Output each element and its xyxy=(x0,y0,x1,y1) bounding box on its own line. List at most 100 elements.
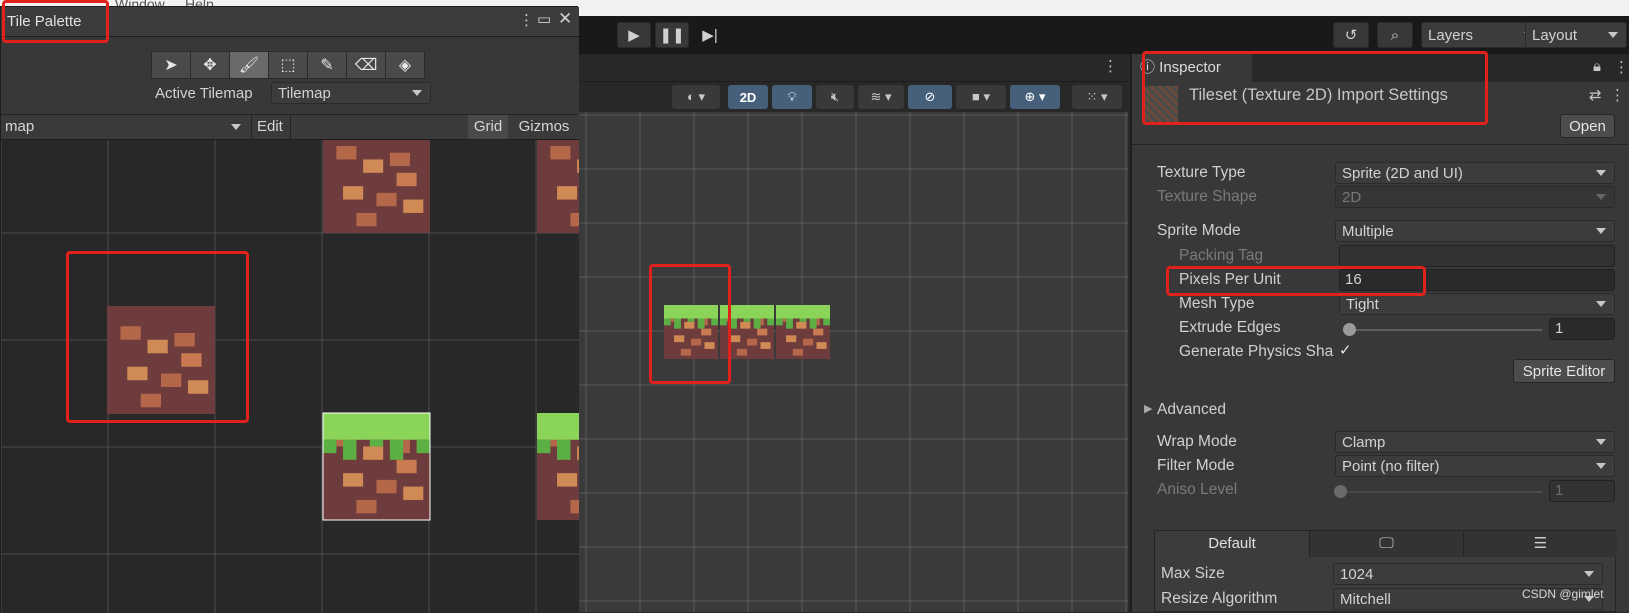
search-icon: ⌕ xyxy=(1390,26,1400,44)
grid-icon: ⁙ ▾ xyxy=(1086,89,1108,104)
tile-grass-edge xyxy=(743,318,751,322)
extrude-edges-knob[interactable] xyxy=(1343,323,1356,336)
inspector-tab[interactable]: ⓘ Inspector xyxy=(1132,54,1252,82)
edit-button[interactable]: Edit xyxy=(251,115,291,139)
triangle-right-icon[interactable]: ▶ xyxy=(1144,402,1152,415)
tab-default[interactable]: Default xyxy=(1155,531,1309,557)
scene-view[interactable] xyxy=(560,54,1128,612)
move-icon: ✥ xyxy=(203,57,217,74)
lightbulb-icon: 💡︎ xyxy=(787,89,797,104)
tile-spot xyxy=(389,152,410,167)
sprite-mode-dropdown[interactable]: Multiple xyxy=(1335,220,1615,242)
tile-grass xyxy=(776,305,830,319)
watermark: CSDN @gimlet xyxy=(1522,587,1604,601)
brush-icon: 🖌︎ xyxy=(238,57,260,74)
history-button[interactable]: ↺ xyxy=(1333,22,1369,48)
visibility-button[interactable]: ⊘ xyxy=(908,85,952,109)
tab-standalone[interactable]: 🖵︎ xyxy=(1309,531,1463,557)
select-tool-button[interactable]: ➤ xyxy=(151,51,191,79)
audio-button[interactable]: 🔇︎ xyxy=(816,85,854,109)
gizmo-tool-button[interactable]: ⊕ ▾ xyxy=(1010,85,1060,109)
scene-tile xyxy=(720,305,774,359)
filter-mode-dropdown[interactable]: Point (no filter) xyxy=(1335,455,1615,477)
generate-physics-label: Generate Physics Sha xyxy=(1179,343,1334,360)
palette-title: Tile Palette xyxy=(7,13,82,30)
palette-tiles xyxy=(1,140,579,613)
effects-button[interactable]: ≋ ▾ xyxy=(858,85,904,109)
filter-mode-label: Filter Mode xyxy=(1157,457,1235,474)
palette-grid[interactable] xyxy=(1,140,579,613)
shading-mode-button[interactable]: ◐ ▾ xyxy=(672,85,720,109)
globe-icon: ⊕ ▾ xyxy=(1024,89,1046,104)
gizmos-button[interactable]: ⁙ ▾ xyxy=(1072,85,1122,109)
tile-spot xyxy=(396,459,417,474)
eraser-tool-button[interactable]: ⌫ xyxy=(346,51,386,79)
chevron-down-icon xyxy=(1596,463,1606,469)
lock-icon[interactable]: 🔒︎ xyxy=(1593,58,1601,75)
scene-tab-bar: ⋮ xyxy=(560,54,1128,82)
max-size-label: Max Size xyxy=(1161,565,1225,582)
settings-icon[interactable]: ⇄ xyxy=(1589,86,1602,104)
tile-spot xyxy=(684,321,695,329)
tile-grass-edge xyxy=(389,439,404,460)
toggle-2d-button[interactable]: 2D xyxy=(728,85,768,109)
gizmos-toggle[interactable]: Gizmos xyxy=(510,115,578,139)
palette-tile xyxy=(323,140,430,233)
move-tool-button[interactable]: ✥ xyxy=(190,51,230,79)
wrap-mode-dropdown[interactable]: Clamp xyxy=(1335,431,1615,453)
camera-button[interactable]: ■ ▾ xyxy=(956,85,1006,109)
palette-select-dropdown[interactable]: map xyxy=(1,115,249,139)
paint-tool-button[interactable]: 🖌︎ xyxy=(229,51,269,79)
texture-shape-label: Texture Shape xyxy=(1157,188,1257,205)
tile-spot xyxy=(557,473,578,487)
layout-dropdown[interactable]: Layout xyxy=(1525,22,1627,48)
pause-button[interactable]: ❚❚ xyxy=(655,22,689,48)
chevron-down-icon xyxy=(1596,170,1606,176)
mute-icon: 🔇︎ xyxy=(830,89,840,104)
active-tilemap-dropdown[interactable]: Tilemap xyxy=(271,82,431,104)
extrude-edges-slider[interactable] xyxy=(1344,329,1542,331)
inspector-tab-label: Inspector xyxy=(1159,59,1221,76)
box-select-icon: ⬚ xyxy=(280,57,296,74)
max-size-dropdown[interactable]: 1024 xyxy=(1333,563,1603,585)
lighting-button[interactable]: 💡︎ xyxy=(772,85,812,109)
tile-spot xyxy=(701,328,712,336)
mesh-type-value: Tight xyxy=(1346,295,1379,313)
tile-grass-edge xyxy=(687,318,695,322)
server-icon: ☰ xyxy=(1533,535,1548,552)
mesh-type-dropdown[interactable]: Tight xyxy=(1339,293,1615,315)
step-button[interactable]: ▶| xyxy=(693,22,727,48)
info-icon: ⓘ xyxy=(1140,59,1160,76)
maximize-icon[interactable]: ▭ xyxy=(537,10,551,28)
tile-spot xyxy=(760,342,771,349)
box-fill-tool-button[interactable]: ⬚ xyxy=(268,51,308,79)
more-icon[interactable]: ⋮ xyxy=(1103,57,1118,75)
close-icon[interactable]: ✕ xyxy=(558,9,572,29)
palette-tile xyxy=(107,306,215,414)
tile-grass xyxy=(323,413,430,440)
advanced-foldout[interactable]: Advanced xyxy=(1157,401,1226,419)
sprite-mode-label: Sprite Mode xyxy=(1157,222,1241,239)
sprite-editor-button[interactable]: Sprite Editor xyxy=(1513,359,1615,383)
more-icon[interactable]: ⋮ xyxy=(519,11,534,29)
texture-type-value: Sprite (2D and UI) xyxy=(1342,164,1463,182)
play-button[interactable]: ▶ xyxy=(617,22,651,48)
more-icon[interactable]: ⋮ xyxy=(1610,86,1625,104)
texture-shape-dropdown: 2D xyxy=(1335,186,1615,208)
search-button[interactable]: ⌕ xyxy=(1377,22,1413,48)
tile-spot xyxy=(161,373,182,387)
more-icon[interactable]: ⋮ xyxy=(1614,58,1629,76)
picker-tool-button[interactable]: ✎ xyxy=(307,51,347,79)
tab-server[interactable]: ☰ xyxy=(1463,531,1617,557)
open-button[interactable]: Open xyxy=(1560,114,1615,138)
divider xyxy=(1132,144,1629,145)
texture-type-dropdown[interactable]: Sprite (2D and UI) xyxy=(1335,162,1615,184)
grid-toggle[interactable]: Grid xyxy=(468,115,508,139)
tile-spot xyxy=(550,146,571,160)
fill-tool-button[interactable]: ◈ xyxy=(385,51,425,79)
pixels-per-unit-field[interactable]: 16 xyxy=(1339,269,1615,291)
extrude-edges-field[interactable]: 1 xyxy=(1549,318,1615,340)
tile-spot xyxy=(356,212,377,227)
tile-spot xyxy=(577,446,579,460)
generate-physics-checkbox[interactable]: ✓ xyxy=(1339,341,1357,359)
